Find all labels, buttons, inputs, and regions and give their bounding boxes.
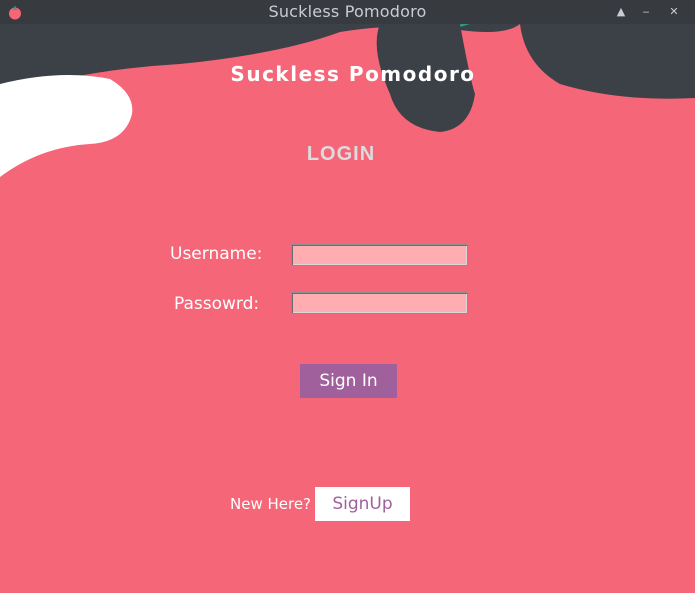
username-field[interactable] — [291, 244, 468, 266]
shade-button[interactable]: ▲ — [611, 2, 631, 22]
app-title: Suckless Pomodoro — [230, 62, 476, 86]
username-label: Username: — [170, 244, 263, 264]
window-title: Suckless Pomodoro — [268, 2, 427, 21]
sign-up-button[interactable]: SignUp — [315, 487, 410, 521]
login-heading: LOGIN — [306, 143, 376, 165]
app-window: Suckless Pomodoro ▲ ‒ ✕ Suckless Pomodor… — [0, 0, 695, 593]
minimize-button[interactable]: ‒ — [636, 2, 656, 22]
password-field[interactable] — [291, 292, 468, 314]
password-label: Passowrd: — [174, 294, 260, 314]
title-bar: Suckless Pomodoro ▲ ‒ ✕ — [0, 0, 695, 24]
sign-in-button[interactable]: Sign In — [300, 364, 397, 398]
close-button[interactable]: ✕ — [664, 2, 684, 22]
login-panel: Suckless Pomodoro LOGIN Username: Passow… — [0, 24, 695, 593]
new-here-label: New Here? — [230, 495, 312, 513]
